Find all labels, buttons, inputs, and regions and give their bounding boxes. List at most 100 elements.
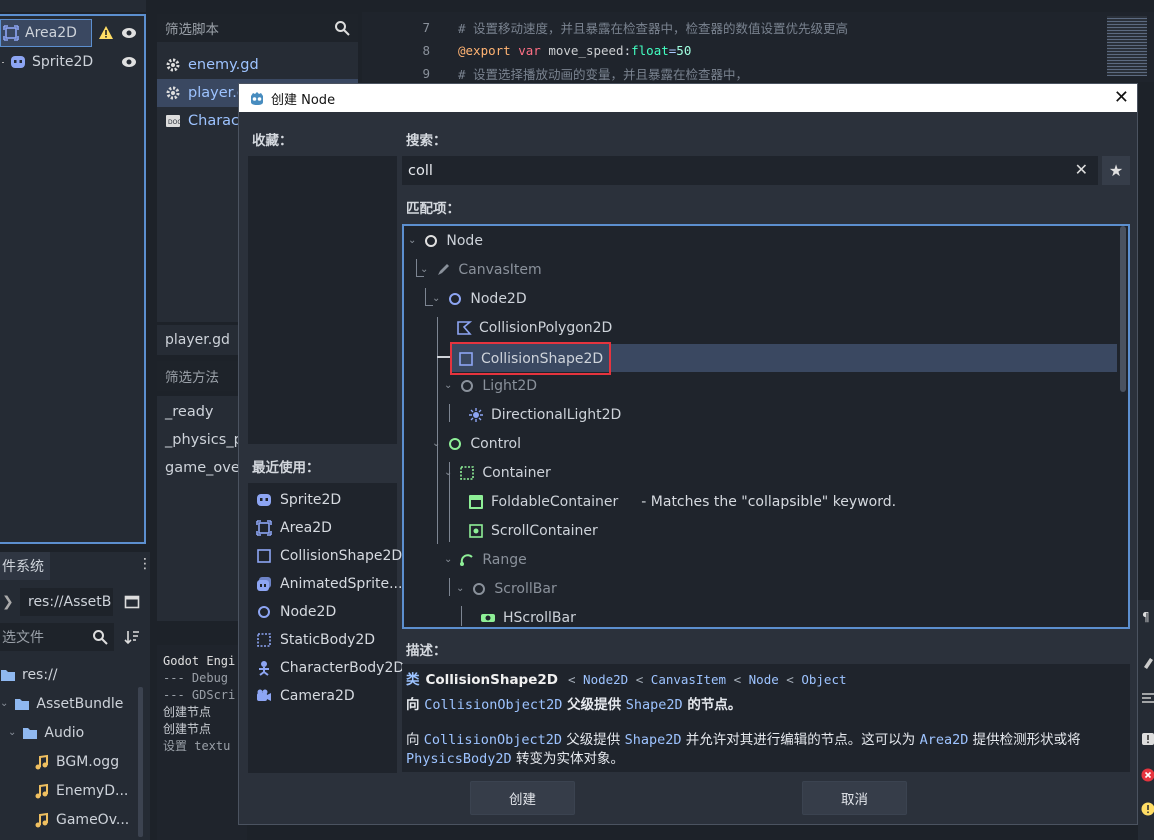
clear-icon[interactable] <box>1140 654 1154 670</box>
tree-item-label: Node <box>446 232 483 249</box>
desc-code[interactable]: Shape2D <box>626 697 683 713</box>
tree-item-container[interactable]: ⌄ Container <box>444 458 551 487</box>
inherit-link[interactable]: Node2D <box>583 672 628 687</box>
tree-item-node2d[interactable]: ⌄ Node2D <box>432 284 527 313</box>
inherit-sep: < <box>733 672 742 687</box>
tree-item-node[interactable]: ⌄ Node <box>408 226 483 255</box>
recent-item[interactable]: Area2D <box>256 514 332 542</box>
message-icon[interactable] <box>1140 731 1154 747</box>
tree-item-label: Light2D <box>482 377 538 394</box>
tree-item-directionallight2d[interactable]: DirectionalLight2D <box>468 400 621 429</box>
file-item-bgm[interactable]: BGM.ogg <box>34 747 119 776</box>
filesystem-scrollbar[interactable] <box>138 687 143 837</box>
filesystem-tab[interactable]: 件系统 <box>0 552 50 580</box>
current-script-label: player.gd <box>165 332 230 348</box>
node2d-icon <box>447 291 463 307</box>
camera2d-icon <box>256 688 272 704</box>
recent-item-label: CollisionShape2D <box>280 548 403 564</box>
tree-item-range[interactable]: ⌄ Range <box>444 545 527 574</box>
favorites-list[interactable] <box>248 156 397 444</box>
scroll-container-icon <box>468 523 484 539</box>
desc-code[interactable]: PhysicsBody2D <box>406 751 512 767</box>
tree-item-scrollcontainer[interactable]: ScrollContainer <box>468 516 598 545</box>
tree-item-scrollbar[interactable]: ⌄ ScrollBar <box>456 574 557 603</box>
tree-item-collisionpolygon2d[interactable]: CollisionPolygon2D <box>456 313 612 342</box>
tree-item-light2d[interactable]: ⌄ Light2D <box>444 371 537 400</box>
tree-item-hscrollbar[interactable]: HScrollBar <box>480 603 576 627</box>
layout-toggle-icon[interactable] <box>124 594 140 610</box>
visibility-eye-icon[interactable] <box>121 25 137 41</box>
recent-list: Sprite2D Area2D CollisionShape2D Animate… <box>248 483 404 773</box>
file-item-res[interactable]: res:// <box>0 660 58 689</box>
tree-item-control[interactable]: ⌄ Control <box>432 429 521 458</box>
recent-item[interactable]: AnimatedSprite... <box>256 570 402 598</box>
method-item[interactable]: _physics_pr <box>157 426 249 454</box>
recent-item[interactable]: Node2D <box>256 598 336 626</box>
recent-item[interactable]: Camera2D <box>256 682 355 710</box>
scrollbar-icon <box>471 581 487 597</box>
desc-text: 父级提供 <box>567 697 622 713</box>
description-brief: 向 CollisionObject2D 父级提供 Shape2D 的节点。 <box>406 696 1126 715</box>
recent-item[interactable]: StaticBody2D <box>256 626 375 654</box>
scene-node-area2d[interactable]: Area2D <box>0 19 92 47</box>
tree-item-label: FoldableContainer <box>491 493 619 510</box>
visibility-eye-icon[interactable] <box>121 54 137 70</box>
desc-code[interactable]: Area2D <box>920 732 969 748</box>
tree-item-canvasitem[interactable]: ⌄ CanvasItem <box>420 255 542 284</box>
container-icon <box>459 465 475 481</box>
matches-tree[interactable]: ⌄ Node ⌄ CanvasItem ⌄ Node2D CollisionPolyg… <box>402 224 1130 629</box>
error-filter-icon[interactable] <box>1140 767 1154 783</box>
tree-item-foldablecontainer[interactable]: FoldableContainer - Matches the "collapsi… <box>468 487 896 516</box>
close-icon[interactable]: ✕ <box>1114 87 1129 108</box>
search-label: 搜索： <box>406 133 447 149</box>
list-icon[interactable] <box>1140 690 1154 706</box>
create-button[interactable]: 创建 <box>470 781 575 815</box>
code-editor[interactable]: 7 # 设置移动速度，并且暴露在检查器中，检查器的数值设置优先级更高 8 @exp… <box>362 12 1154 82</box>
desc-code[interactable]: CollisionObject2D <box>424 732 562 748</box>
inherit-sep: < <box>567 672 576 687</box>
tree-item-label: Range <box>482 551 527 568</box>
code-minimap[interactable] <box>1107 16 1147 76</box>
collision-shape-icon <box>458 351 474 367</box>
recent-item[interactable]: CharacterBody2D <box>256 654 404 682</box>
desc-text: 提供检测形状或将 <box>972 732 1081 748</box>
desc-code[interactable]: CollisionObject2D <box>424 697 562 713</box>
inherit-link[interactable]: CanvasItem <box>651 672 726 687</box>
script-filter-input[interactable]: 筛选脚本 <box>157 14 358 42</box>
warning-icon[interactable] <box>98 25 114 41</box>
filesystem-path-field[interactable]: res://AssetB <box>20 588 113 616</box>
desc-code[interactable]: Shape2D <box>625 732 682 748</box>
recent-item[interactable]: CollisionShape2D <box>256 542 402 570</box>
desc-text: 转变为实体对象。 <box>515 751 624 767</box>
file-item-enemyd[interactable]: EnemyD... <box>34 776 128 805</box>
search-input[interactable]: coll ✕ <box>402 156 1098 185</box>
more-options-icon[interactable]: ⋮ <box>138 556 152 572</box>
recent-item-label: Node2D <box>280 604 337 620</box>
node2d-icon <box>256 604 272 620</box>
inherit-link[interactable]: Object <box>801 672 846 687</box>
code-type: float <box>631 42 669 58</box>
folder-icon <box>0 667 16 683</box>
favorite-toggle-button[interactable]: ★ <box>1102 156 1130 185</box>
script-item-enemy[interactable]: enemy.gd <box>157 51 358 79</box>
file-item-assetbundle[interactable]: ⌄ AssetBundle <box>0 689 123 718</box>
create-node-dialog: 创建 Node ✕ 收藏： 最近使用： Sprite2D Area2D Coll… <box>238 83 1138 825</box>
warning-filter-icon[interactable] <box>1140 801 1154 817</box>
tree-scrollbar[interactable] <box>1120 226 1126 392</box>
clear-search-icon[interactable]: ✕ <box>1075 160 1088 179</box>
hscrollbar-icon <box>480 610 496 626</box>
collision-polygon-icon <box>456 320 472 336</box>
output-line: 创建节点 <box>163 722 212 736</box>
inherit-sep: < <box>635 672 644 687</box>
recent-item[interactable]: Sprite2D <box>256 486 341 514</box>
file-item-audio[interactable]: ⌄ Audio <box>8 718 84 747</box>
inherit-link[interactable]: Node <box>749 672 779 687</box>
folder-icon <box>14 696 30 712</box>
output-panel: Godot Engi --- Debug --- GDScri 创建节点 创建节… <box>157 645 247 840</box>
method-item[interactable]: game_over <box>157 454 246 482</box>
cancel-button[interactable]: 取消 <box>802 781 907 815</box>
file-item-gameov[interactable]: GameOv... <box>34 805 129 834</box>
sort-icon[interactable] <box>124 629 140 645</box>
method-item[interactable]: _ready <box>157 398 213 426</box>
history-forward-icon[interactable]: ❯ <box>2 594 14 610</box>
